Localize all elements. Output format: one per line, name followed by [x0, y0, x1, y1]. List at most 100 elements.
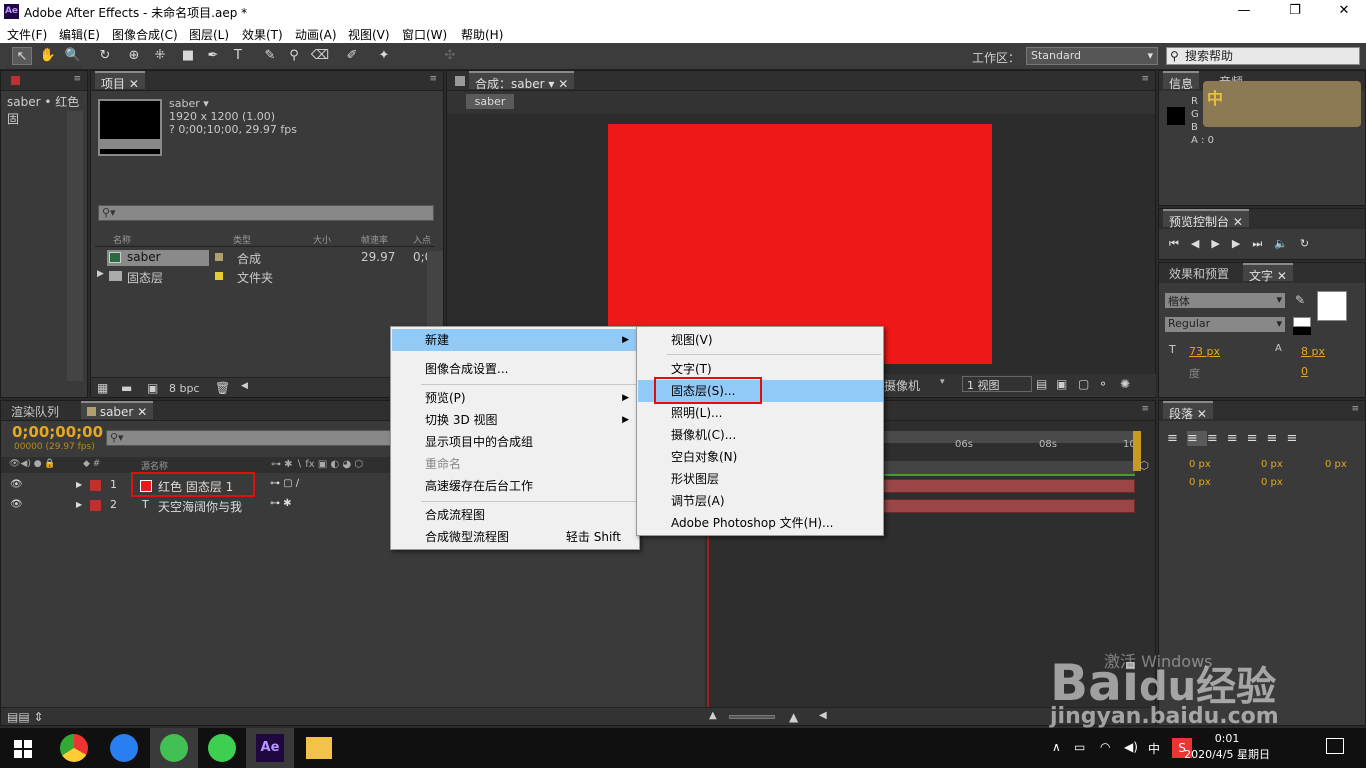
exposure-icon[interactable]: ✺ [1120, 377, 1130, 391]
notification-icon[interactable] [1326, 738, 1344, 754]
layer-switches-icon[interactable]: ⊶ ✱ [270, 498, 292, 509]
justify-all-icon[interactable]: ≡ [1286, 431, 1306, 446]
tab-character[interactable]: 文字 ✕ [1243, 263, 1293, 283]
space-before-value[interactable]: 0 px [1189, 477, 1211, 488]
360-browser-icon[interactable] [160, 734, 188, 762]
menu-file[interactable]: 文件(F) [7, 26, 47, 43]
search-help-input[interactable]: ⚲ 搜索帮助 [1166, 47, 1360, 65]
panel-menu-icon[interactable]: ≡ [429, 74, 437, 84]
pen-tool-icon[interactable]: ✒ [203, 47, 223, 65]
indent-first-value[interactable]: 0 px [1261, 459, 1283, 470]
menu-composition[interactable]: 图像合成(C) [112, 26, 178, 43]
menu-help[interactable]: 帮助(H) [461, 26, 503, 43]
menu-item-mini-flowchart[interactable]: 合成微型流程图 轻击 Shift [392, 526, 639, 548]
fill-color-swatch[interactable] [1317, 291, 1347, 321]
layer-switches-icon[interactable]: ▤▤ ⇕ [7, 710, 44, 724]
tab-effects-presets[interactable]: 效果和预置 [1163, 263, 1235, 281]
fast-preview-icon[interactable]: ▣ [1056, 377, 1067, 391]
battery-icon[interactable]: ▭ [1074, 740, 1085, 754]
lock-icon[interactable] [455, 76, 465, 86]
next-frame-icon[interactable]: ▶ [1232, 237, 1252, 250]
leading-value[interactable]: 8 px [1301, 345, 1325, 358]
justify-left-icon[interactable]: ≡ [1227, 431, 1247, 446]
wifi-icon[interactable]: ◠ [1100, 740, 1110, 754]
camera-select[interactable]: 摄像机 [884, 377, 920, 394]
zoom-tool-icon[interactable]: 🔍 [63, 47, 83, 65]
justify-center-icon[interactable]: ≡ [1247, 431, 1267, 446]
tab-composition[interactable]: 合成：saber ▾ ✕ [469, 71, 575, 91]
pan-behind-tool-icon[interactable]: ⁜ [150, 47, 170, 65]
puppet-tool-icon[interactable]: ✦ [374, 47, 394, 65]
menu-item-cache-background[interactable]: 高速缓存在后台工作 [392, 475, 639, 497]
layer-name[interactable]: 天空海阔你与我 [158, 498, 242, 515]
tracking-value[interactable]: 0 [1301, 365, 1308, 378]
col-source-name[interactable]: 源名称 [141, 459, 168, 472]
close-icon[interactable]: ✕ [1330, 2, 1358, 20]
play-icon[interactable]: ▶ [1211, 237, 1231, 250]
align-center-icon[interactable]: ≡ [1186, 431, 1207, 446]
roto-brush-tool-icon[interactable]: ✐ [342, 47, 362, 65]
camera-tool-icon[interactable]: ⊕ [124, 47, 144, 65]
menu-effect[interactable]: 效果(T) [242, 26, 283, 43]
pixel-aspect-icon[interactable]: ▢ [1078, 377, 1089, 391]
ime-indicator[interactable]: 中 [1148, 740, 1160, 757]
volume-icon[interactable]: ◀) [1124, 740, 1138, 754]
wechat-icon[interactable] [208, 734, 236, 762]
system-clock[interactable]: 0:01 2020/4/5 星期日 [1184, 731, 1270, 763]
loop-icon[interactable]: ↻ [1300, 237, 1321, 250]
close-icon[interactable]: ✕ [129, 77, 139, 91]
submenu-item-light[interactable]: 照明(L)... [638, 402, 883, 424]
menu-layer[interactable]: 图层(L) [189, 26, 229, 43]
type-tool-icon[interactable]: T [228, 47, 248, 65]
selection-tool-icon[interactable]: ↖ [12, 47, 32, 65]
submenu-item-shape-layer[interactable]: 形状图层 [638, 468, 883, 490]
windows-start-icon[interactable] [14, 740, 32, 758]
kugou-icon[interactable] [110, 734, 138, 762]
close-icon[interactable]: ✕ [1233, 215, 1243, 229]
playback-controls[interactable]: ⏮◀▶▶⏭🔈↻ [1169, 237, 1321, 251]
after-effects-taskbar-icon[interactable]: Ae [256, 734, 284, 762]
col-size[interactable]: 大小 [313, 233, 331, 246]
flowchart-icon[interactable]: ⚬ [1098, 377, 1108, 391]
tab-info[interactable]: 信息 [1163, 71, 1200, 91]
col-fps[interactable]: 帧速率 [361, 233, 388, 246]
menu-window[interactable]: 窗口(W) [402, 26, 447, 43]
font-style-select[interactable]: Regular ▾ [1165, 317, 1285, 332]
project-item-saber[interactable]: saber 合成 29.97 0;0 [95, 249, 435, 267]
panel-menu-icon[interactable]: ≡ [1141, 404, 1149, 414]
panel-menu-icon[interactable]: ≡ [1141, 74, 1149, 84]
trash-icon[interactable]: 🗑 [215, 381, 230, 395]
submenu-item-adjustment-layer[interactable]: 调节层(A) [638, 490, 883, 512]
menu-item-preview[interactable]: 预览(P) ▶ [392, 387, 639, 409]
rectangle-tool-icon[interactable]: ■ [178, 47, 198, 65]
white-swatch[interactable] [1293, 317, 1311, 327]
clone-stamp-tool-icon[interactable]: ⚲ [284, 47, 304, 65]
interpret-footage-icon[interactable]: ▦ [97, 381, 108, 395]
scrollbar[interactable] [67, 111, 83, 381]
submenu-item-viewer[interactable]: 视图(V) [638, 329, 883, 351]
black-swatch[interactable] [1293, 327, 1311, 335]
font-size-value[interactable]: 73 px [1189, 345, 1220, 358]
indent-right-value[interactable]: 0 px [1325, 459, 1347, 470]
views-select[interactable]: 1 视图 [962, 376, 1032, 392]
submenu-item-null-object[interactable]: 空白对象(N) [638, 446, 883, 468]
indent-left-value[interactable]: 0 px [1189, 459, 1211, 470]
scroll-left-icon[interactable]: ◀ [241, 381, 248, 391]
comp-breadcrumb-saber[interactable]: saber [466, 94, 514, 109]
prev-frame-icon[interactable]: ◀ [1191, 237, 1211, 250]
col-in[interactable]: 入点 [413, 233, 431, 246]
menu-item-comp-settings[interactable]: 图像合成设置... [392, 358, 639, 380]
chevron-right-icon[interactable]: ▶ [76, 500, 82, 509]
submenu-item-camera[interactable]: 摄像机(C)... [638, 424, 883, 446]
maximize-icon[interactable]: ❐ [1281, 2, 1309, 20]
scroll-left-icon[interactable]: ◀ [819, 710, 827, 721]
tab-render-queue[interactable]: 渲染队列 [5, 401, 65, 419]
menu-item-flowchart[interactable]: 合成流程图 [392, 504, 639, 526]
col-type[interactable]: 类型 [233, 233, 251, 246]
bpc-label[interactable]: 8 bpc [169, 382, 200, 395]
tab-saber-timeline[interactable]: saber ✕ [81, 401, 154, 419]
comp-name[interactable]: saber ▾ [169, 97, 297, 110]
workspace-select[interactable]: Standard ▾ [1026, 47, 1158, 65]
layer-row-2[interactable]: 👁 ▶ 2 T 天空海阔你与我 ⊶ ✱ [4, 496, 388, 516]
zoom-in-icon[interactable]: ▲ [789, 710, 798, 724]
